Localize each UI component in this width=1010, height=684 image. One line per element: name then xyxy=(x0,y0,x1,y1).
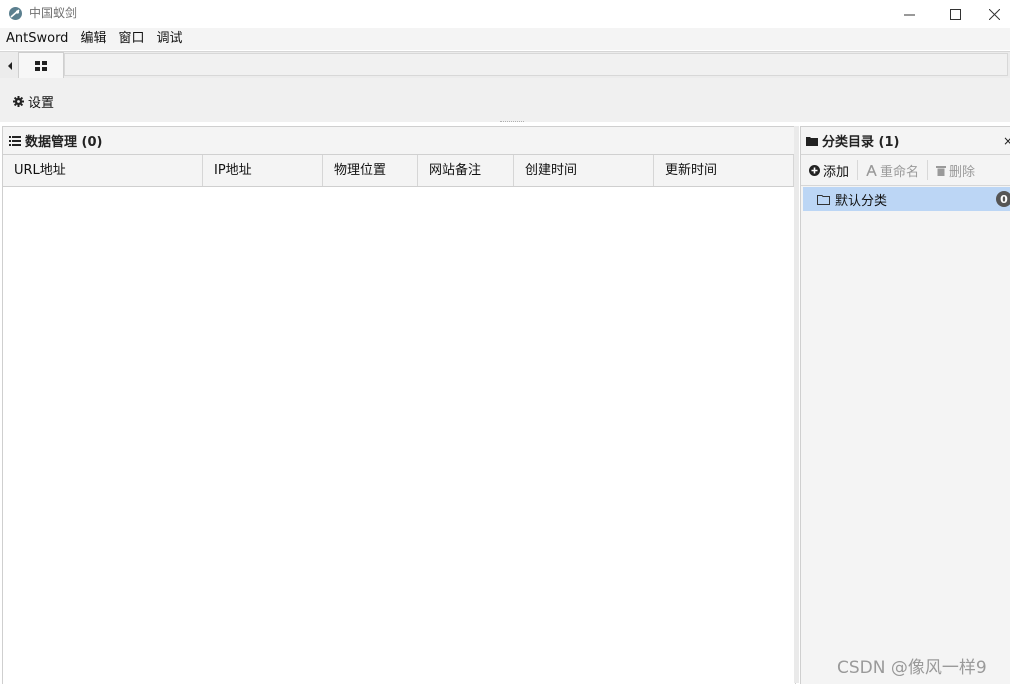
data-panel-title: 数据管理 (0) xyxy=(3,131,102,150)
menu-antsword[interactable]: AntSword xyxy=(0,28,74,50)
category-panel-close-button[interactable]: × xyxy=(1003,134,1010,148)
menu-window[interactable]: 窗口 xyxy=(112,28,150,50)
tab-home[interactable] xyxy=(18,52,64,78)
tab-bar-empty-area xyxy=(64,53,1008,76)
folder-outline-icon xyxy=(817,194,830,205)
add-category-button[interactable]: 添加 xyxy=(801,160,857,180)
settings-label: 设置 xyxy=(28,96,55,111)
tab-scroll-left-button[interactable] xyxy=(3,58,17,74)
watermark-text: CSDN @像风一样9 xyxy=(837,658,987,678)
data-panel-title-text: 数据管理 (0) xyxy=(25,135,103,150)
category-panel-title-text: 分类目录 (1) xyxy=(822,135,900,150)
gear-icon xyxy=(13,96,24,107)
column-header-url[interactable]: URL地址 xyxy=(3,155,203,186)
add-category-label: 添加 xyxy=(823,164,850,180)
category-count-badge: 0 xyxy=(996,191,1010,207)
settings-button[interactable]: 设置 xyxy=(13,92,54,111)
menu-bar: AntSword 编辑 窗口 调试 xyxy=(0,28,1010,50)
category-item-default[interactable]: 默认分类 xyxy=(803,187,1010,211)
caret-left-icon xyxy=(8,62,12,70)
panel-splitter[interactable] xyxy=(794,126,799,683)
column-header-note[interactable]: 网站备注 xyxy=(418,155,514,186)
list-icon xyxy=(9,135,21,146)
delete-category-label: 删除 xyxy=(949,164,976,180)
antsword-logo-icon xyxy=(9,7,22,20)
menu-edit[interactable]: 编辑 xyxy=(74,28,112,50)
column-header-ip[interactable]: IP地址 xyxy=(203,155,323,186)
category-item-label: 默认分类 xyxy=(803,190,887,209)
category-toolbar: 添加 重命名 删除 xyxy=(801,155,1010,186)
category-panel-title: 分类目录 (1) xyxy=(801,131,899,150)
main-toolbar xyxy=(0,78,1010,122)
menu-debug[interactable]: 调试 xyxy=(150,28,188,50)
data-grid-header: URL地址 IP地址 物理位置 网站备注 创建时间 更新时间 xyxy=(3,155,794,187)
plus-circle-icon xyxy=(809,164,820,176)
minimize-icon xyxy=(903,14,915,15)
maximize-button[interactable] xyxy=(932,0,978,28)
column-header-location[interactable]: 物理位置 xyxy=(323,155,418,186)
grid-icon xyxy=(35,60,47,71)
rename-category-label: 重命名 xyxy=(880,164,920,180)
close-button[interactable] xyxy=(978,0,1010,28)
font-icon xyxy=(866,164,877,176)
folder-icon xyxy=(806,136,818,146)
category-item-text: 默认分类 xyxy=(835,193,888,209)
maximize-icon xyxy=(949,8,961,20)
rename-category-button[interactable]: 重命名 xyxy=(858,160,927,180)
category-panel-header: 分类目录 (1) xyxy=(801,127,1010,155)
data-management-panel xyxy=(2,126,796,684)
title-bar xyxy=(0,0,1010,28)
window-title: 中国蚁剑 xyxy=(29,6,78,20)
minimize-button[interactable] xyxy=(886,0,932,28)
delete-category-button[interactable]: 删除 xyxy=(928,160,983,180)
column-header-created[interactable]: 创建时间 xyxy=(514,155,654,186)
close-icon xyxy=(988,8,1000,20)
data-panel-header: 数据管理 (0) xyxy=(3,127,794,155)
column-header-updated[interactable]: 更新时间 xyxy=(654,155,794,186)
trash-icon xyxy=(936,165,947,176)
